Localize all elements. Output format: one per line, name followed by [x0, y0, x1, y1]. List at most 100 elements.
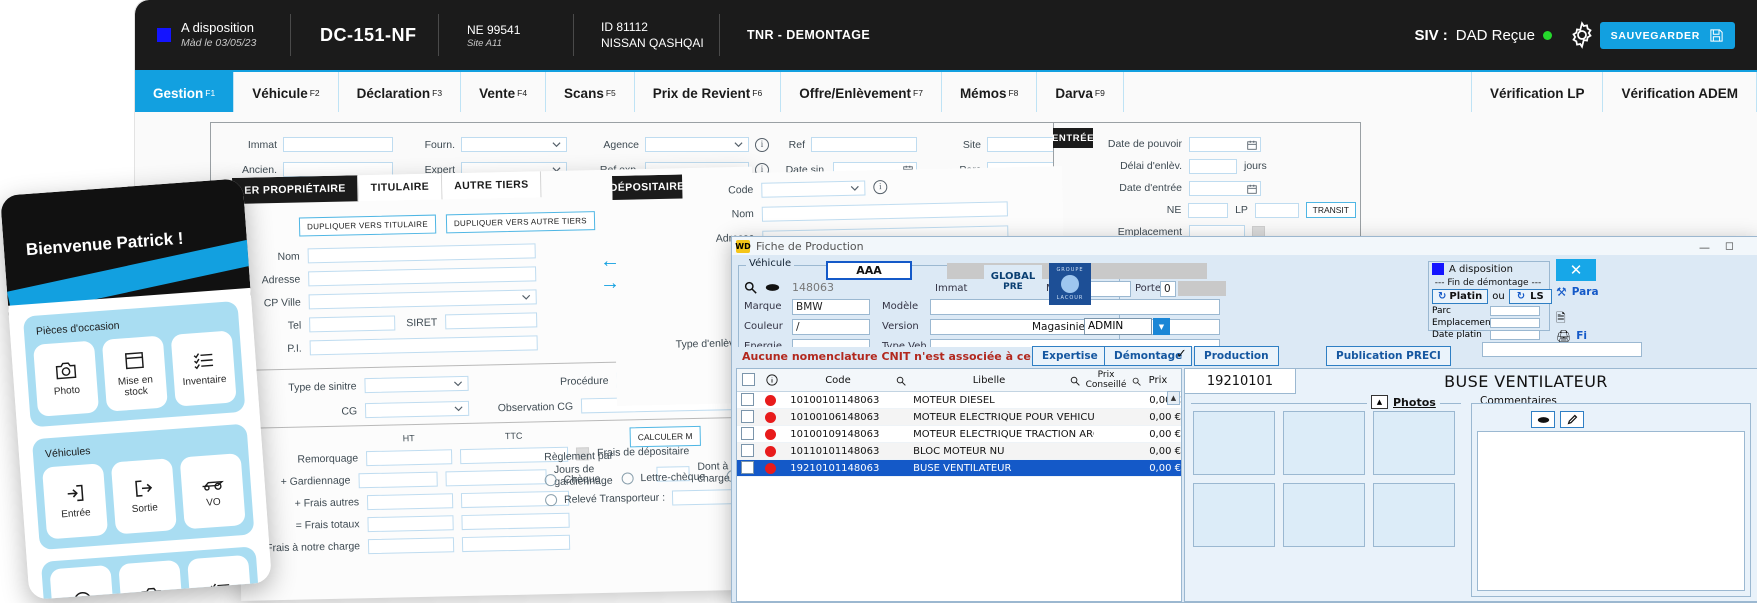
photo-cell[interactable]: [1283, 483, 1365, 547]
remorquage-ht-input[interactable]: [365, 448, 453, 466]
col-prix[interactable]: Prix: [1143, 375, 1173, 386]
immat-input[interactable]: [283, 137, 393, 152]
magasinier-value[interactable]: ADMIN: [1084, 318, 1152, 335]
photo-cell[interactable]: [1373, 483, 1455, 547]
parametres-button[interactable]: ⚒ Para: [1556, 285, 1599, 299]
pi-input[interactable]: [309, 335, 538, 356]
photo-cell[interactable]: [1193, 483, 1275, 547]
ne-input[interactable]: [1188, 202, 1229, 218]
date-entree-input[interactable]: [1189, 180, 1261, 196]
save-button[interactable]: SAUVEGARDER: [1599, 22, 1735, 49]
portes-value[interactable]: 0: [1160, 281, 1176, 297]
tab-gestion[interactable]: Gestion F1: [135, 72, 235, 114]
tab-v-rification-adem[interactable]: Vérification ADEM: [1603, 72, 1757, 114]
fourn-select[interactable]: [461, 137, 567, 152]
eraser-icon[interactable]: [765, 281, 780, 294]
date-pouvoir-input[interactable]: [1189, 136, 1261, 152]
document-button[interactable]: 🗎: [1556, 307, 1566, 330]
arrow-right-icon[interactable]: →: [600, 272, 620, 294]
cpville-select[interactable]: [308, 289, 537, 310]
eraser-button[interactable]: [1531, 411, 1555, 428]
print-button[interactable]: 🖨 Fi: [1556, 329, 1587, 343]
minimize-button[interactable]: —: [1699, 241, 1710, 254]
gardiennage-ttc-input[interactable]: [445, 468, 547, 486]
search-field[interactable]: [1482, 342, 1642, 357]
tile-photo[interactable]: Photo: [32, 340, 100, 417]
table-row[interactable]: 10100109148063 MOTEUR ELECTRIQUE TRACTION…: [737, 426, 1181, 443]
radio-lettre-cheque[interactable]: [621, 472, 634, 485]
lp-input[interactable]: [1254, 202, 1299, 218]
agence-info-icon[interactable]: i: [755, 137, 769, 152]
code-search-icon[interactable]: [891, 371, 911, 390]
tab-proprietaire[interactable]: ER PROPRIÉTAIRE: [232, 175, 360, 204]
dupliquer-autre-tiers-button[interactable]: DUPLIQUER VERS AUTRE TIERS: [445, 211, 596, 234]
adresse-input[interactable]: [308, 266, 537, 287]
close-button[interactable]: ✕: [1556, 259, 1596, 281]
marque-value[interactable]: BMW: [792, 299, 870, 315]
nom-input[interactable]: [307, 243, 536, 264]
tile-sortie[interactable]: Sortie: [110, 458, 177, 535]
scroll-up-button[interactable]: ▲: [1167, 391, 1180, 405]
magasinier-dropdown-button[interactable]: ▼: [1153, 318, 1170, 335]
commentaires-textarea[interactable]: [1477, 431, 1745, 591]
couleur-value[interactable]: /: [792, 319, 870, 335]
expertise-button[interactable]: Expertise: [1032, 346, 1108, 366]
tile-euro[interactable]: [49, 564, 116, 600]
tab-v-rification-lp[interactable]: Vérification LP: [1471, 72, 1604, 114]
tab-d-claration[interactable]: Déclaration F3: [338, 72, 462, 114]
table-row[interactable]: 10100106148063 MOTEUR ELECTRIQUE POUR VEH…: [737, 409, 1181, 426]
tile-entree[interactable]: Entrée: [42, 463, 109, 540]
tile-photo-2[interactable]: [118, 559, 185, 600]
arrow-left-icon[interactable]: ←: [600, 250, 620, 272]
libelle-search-icon[interactable]: [1067, 371, 1083, 390]
parc-field[interactable]: [1490, 306, 1540, 316]
dupliquer-titulaire-button[interactable]: DUPLIQUER VERS TITULAIRE: [298, 214, 437, 237]
emplacement-field[interactable]: [1490, 318, 1540, 328]
table-row[interactable]: 19210101148063 BUSE VENTILATEUR 0,00 €: [737, 460, 1181, 477]
prix-conseille-search-icon[interactable]: [1129, 371, 1143, 390]
tab-scans[interactable]: Scans F5: [546, 72, 635, 114]
tab-titulaire[interactable]: TITULAIRE: [358, 173, 443, 202]
cg-select[interactable]: [364, 400, 470, 419]
tab-v-hicule[interactable]: Véhicule F2: [234, 72, 339, 114]
select-all-checkbox[interactable]: [737, 371, 759, 390]
dep-code-info-icon[interactable]: i: [873, 179, 888, 195]
ref-input[interactable]: [811, 137, 917, 152]
col-prix-conseille[interactable]: Prix Conseillé: [1083, 370, 1129, 390]
frais-autres-ht-input[interactable]: [366, 492, 454, 510]
production-button[interactable]: Production: [1194, 346, 1279, 366]
dep-code-select[interactable]: [761, 179, 866, 198]
frais-totaux-ttc-input[interactable]: [461, 512, 570, 530]
photo-cell[interactable]: [1283, 411, 1365, 475]
dep-nom-input[interactable]: [761, 200, 1008, 222]
table-row[interactable]: 10100101148063 MOTEUR DIESEL 0,00 €: [737, 392, 1181, 409]
gardiennage-ht-input[interactable]: [358, 471, 439, 488]
transit-button[interactable]: TRANSIT: [1305, 202, 1356, 218]
radio-cheque[interactable]: [544, 473, 557, 487]
date-platin-field[interactable]: [1490, 330, 1540, 340]
edit-button[interactable]: [1560, 411, 1584, 428]
tab-offre-enl-vement[interactable]: Offre/Enlèvement F7: [781, 72, 942, 114]
tab-prix-de-revient[interactable]: Prix de Revient F6: [634, 72, 782, 114]
tile-mise-en-stock[interactable]: Mise en stock: [101, 335, 168, 412]
radio-releve-transporteur[interactable]: [544, 493, 558, 507]
frais-charge-ttc-input[interactable]: [461, 534, 571, 552]
siret-input[interactable]: [445, 312, 538, 330]
tile-vo[interactable]: VO: [179, 453, 246, 530]
tab-darva[interactable]: Darva F9: [1037, 72, 1124, 114]
tab-m-mos[interactable]: Mémos F8: [941, 72, 1038, 114]
tab-autre-tiers[interactable]: AUTRE TIERS: [441, 171, 542, 200]
col-libelle[interactable]: Libelle: [911, 375, 1067, 386]
delai-enlev-input[interactable]: [1189, 158, 1237, 174]
col-code[interactable]: Code: [785, 375, 891, 386]
table-row[interactable]: 10110101148063 BLOC MOTEUR NU 0,00 €: [737, 443, 1181, 460]
ls-button[interactable]: ↻ LS: [1508, 289, 1552, 304]
tel-input[interactable]: [309, 315, 396, 333]
publication-preci-button[interactable]: Publication PRECI: [1326, 346, 1451, 366]
tile-inventaire[interactable]: Inventaire: [170, 330, 237, 407]
photo-cell[interactable]: [1373, 411, 1455, 475]
platin-button[interactable]: ↻ Platin: [1432, 289, 1489, 304]
settings-gear-button[interactable]: [1567, 20, 1597, 55]
photo-cell[interactable]: [1193, 411, 1275, 475]
search-icon[interactable]: [744, 281, 757, 294]
